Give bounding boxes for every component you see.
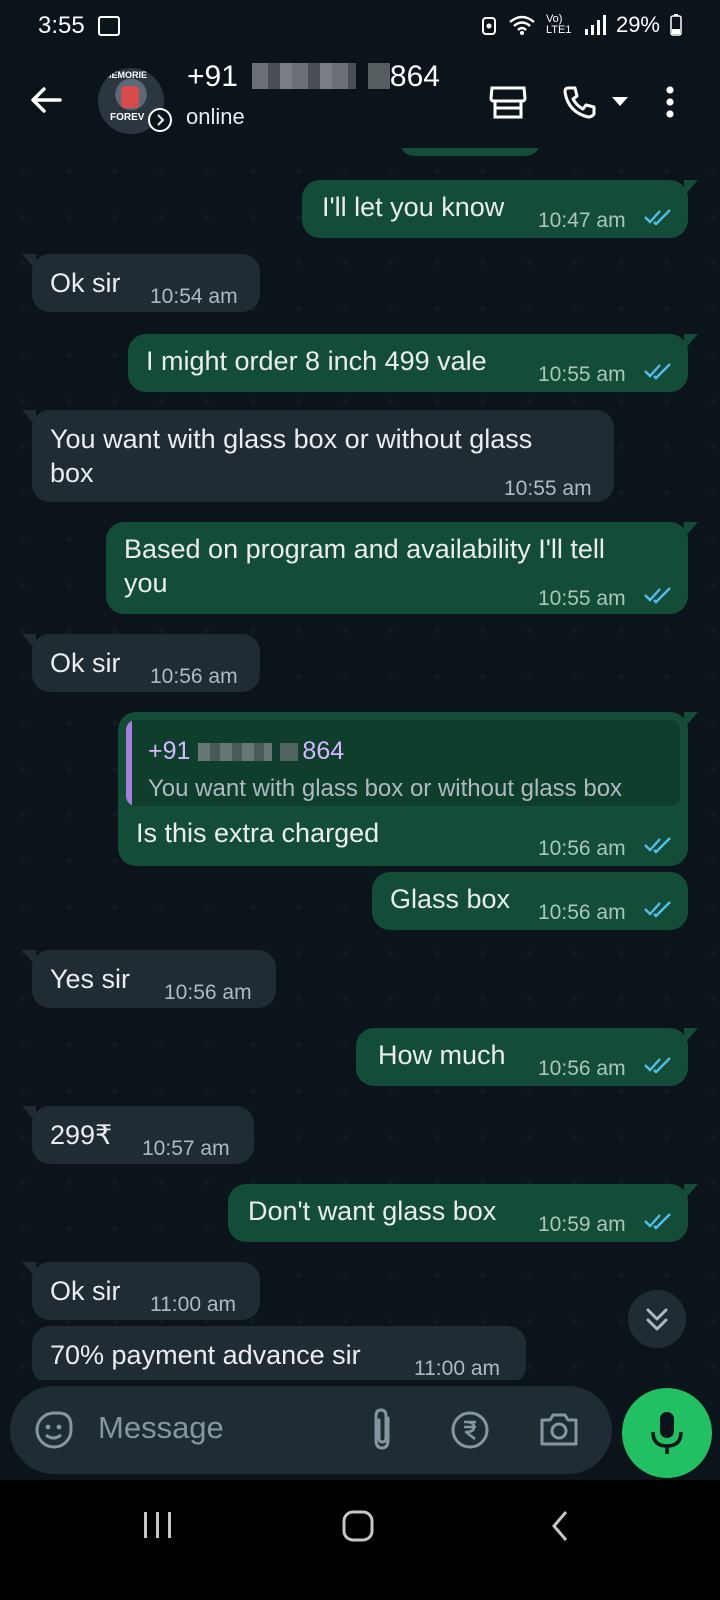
read-receipt-icon	[644, 901, 671, 918]
redacted-block	[251, 63, 356, 89]
quoted-text: You want with glass box or without glass…	[148, 775, 623, 802]
message-bubble-incoming[interactable]: 70% payment advance sir 11:00 am	[32, 1326, 526, 1380]
message-text: 299₹	[50, 1120, 113, 1150]
message-bubble-incoming[interactable]: You want with glass box or without glass…	[22, 410, 614, 502]
redacted-block	[198, 743, 273, 761]
chat-area[interactable]: I'll let you know 10:47 am Ok sir 10:54 …	[0, 148, 720, 1380]
read-receipt-icon	[644, 1057, 671, 1074]
message-text: Ok sir	[50, 268, 121, 298]
status-right-group: Vo) LTE1 29%	[480, 12, 682, 38]
message-bubble-incoming[interactable]: Ok sir 10:54 am	[22, 254, 260, 312]
camera-icon[interactable]	[538, 1410, 580, 1448]
microphone-icon	[651, 1412, 683, 1454]
message-time: 11:00 am	[414, 1357, 500, 1380]
double-chevron-down-icon	[646, 1308, 668, 1331]
read-receipt-icon	[644, 1213, 671, 1230]
contact-title-suffix: 864	[389, 60, 440, 93]
network-label: Vo) LTE1	[545, 13, 572, 36]
call-dropdown-icon[interactable]	[608, 82, 632, 122]
message-text: How much	[378, 1040, 506, 1070]
payment-rupee-icon[interactable]	[450, 1410, 490, 1450]
wifi-icon	[509, 15, 535, 35]
message-bubble-outgoing[interactable]: Don't want glass box 10:59 am	[228, 1184, 698, 1242]
scroll-to-bottom-button[interactable]	[628, 1290, 686, 1348]
back-nav-icon[interactable]	[546, 1506, 576, 1546]
message-time: 10:55 am	[538, 363, 626, 386]
redacted-block	[280, 743, 299, 761]
back-arrow-icon[interactable]	[26, 80, 66, 120]
read-receipt-icon	[644, 209, 671, 226]
voice-call-icon[interactable]	[560, 82, 600, 122]
message-time: 10:56 am	[150, 665, 238, 688]
quoted-sender: +91 864	[148, 734, 344, 768]
message-bubble-incoming[interactable]: Yes sir 10:56 am	[22, 950, 276, 1008]
message-time: 10:55 am	[538, 587, 626, 610]
status-time: 3:55	[38, 12, 85, 39]
message-text-line1: Based on program and availability I'll t…	[124, 534, 605, 564]
contact-title-prefix: +91	[187, 60, 238, 93]
message-text-line2: box	[50, 458, 94, 488]
redacted-block	[367, 63, 390, 89]
alarm-icon	[481, 17, 496, 35]
message-bubble-outgoing[interactable]: I'll let you know 10:47 am	[302, 180, 698, 238]
message-text: Ok sir	[50, 648, 121, 678]
message-time: 10:56 am	[164, 981, 252, 1004]
message-text: I might order 8 inch 499 vale	[146, 346, 487, 376]
system-navigation-bar	[0, 1480, 720, 1600]
quoted-message[interactable]: +91 864 You want with glass box or withou…	[126, 720, 680, 806]
avatar-text-top: MEMORIE	[104, 70, 148, 80]
home-icon[interactable]	[338, 1506, 378, 1546]
recent-apps-icon[interactable]	[138, 1508, 178, 1542]
message-time: 10:56 am	[538, 837, 626, 860]
message-bubble-outgoing[interactable]: Based on program and availability I'll t…	[106, 522, 698, 614]
message-time: 10:56 am	[538, 901, 626, 924]
message-text: Is this extra charged	[136, 818, 380, 848]
message-time: 10:57 am	[142, 1137, 230, 1160]
quoted-sender-prefix: +91	[148, 737, 191, 765]
message-time: 11:00 am	[150, 1293, 236, 1316]
read-receipt-icon	[644, 363, 671, 380]
message-bubble-outgoing-reply[interactable]: +91 864 You want with glass box or withou…	[118, 712, 698, 866]
chat-header: MEMORIE FOREV +91 864 online	[0, 52, 720, 149]
contact-title[interactable]: +91 864	[187, 60, 440, 94]
message-text: Don't want glass box	[248, 1196, 497, 1226]
contact-status: online	[186, 104, 245, 129]
read-receipt-icon	[644, 587, 671, 604]
message-time: 10:59 am	[538, 1213, 626, 1236]
message-text: 70% payment advance sir	[50, 1340, 361, 1370]
sticker-emoji-icon[interactable]	[34, 1410, 74, 1450]
attach-paperclip-icon[interactable]	[368, 1406, 396, 1452]
avatar-text-bottom: FOREV	[110, 112, 145, 123]
quoted-sender-suffix: 864	[302, 737, 345, 765]
message-text-line2: you	[124, 568, 168, 598]
more-options-icon[interactable]	[658, 82, 682, 122]
status-bar: 3:55 Vo) LTE1 29%	[0, 0, 720, 52]
message-composer[interactable]: Message	[10, 1386, 612, 1474]
message-bubble-incoming[interactable]: Ok sir 10:56 am	[22, 634, 260, 692]
voice-message-button[interactable]	[622, 1388, 712, 1478]
signal-icon	[584, 15, 606, 35]
message-bubble-incoming[interactable]: 299₹ 10:57 am	[22, 1106, 254, 1164]
message-text: Yes sir	[50, 964, 131, 994]
message-text: I'll let you know	[322, 192, 505, 222]
status-play-icon	[148, 108, 172, 132]
read-receipt-icon	[644, 837, 671, 854]
battery-percent: 29%	[615, 12, 660, 37]
message-bubble-incoming[interactable]: Ok sir 11:00 am	[22, 1262, 260, 1320]
message-text: Glass box	[390, 884, 511, 914]
gallery-icon	[98, 16, 120, 36]
message-text: Ok sir	[50, 1276, 121, 1306]
message-time: 10:55 am	[504, 477, 592, 500]
message-bubble-outgoing[interactable]: Glass box 10:56 am	[372, 872, 688, 930]
message-bubble-outgoing[interactable]: How much 10:56 am	[356, 1028, 698, 1086]
message-input-placeholder[interactable]: Message	[98, 1410, 224, 1446]
catalog-store-icon[interactable]	[488, 82, 528, 122]
message-text-line1: You want with glass box or without glass	[50, 424, 533, 454]
message-time: 10:54 am	[150, 285, 238, 308]
message-time: 10:56 am	[538, 1057, 626, 1080]
message-time: 10:47 am	[538, 209, 626, 232]
message-bubble-partial	[400, 148, 540, 156]
battery-icon	[670, 14, 682, 36]
message-bubble-outgoing[interactable]: I might order 8 inch 499 vale 10:55 am	[128, 334, 698, 392]
